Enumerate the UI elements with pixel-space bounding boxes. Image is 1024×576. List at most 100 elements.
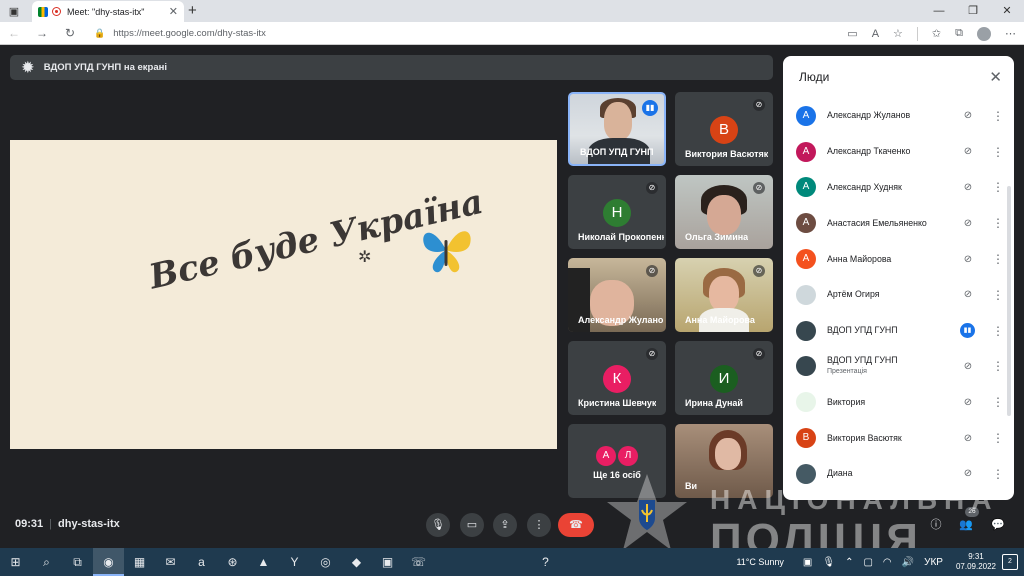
people-list-item[interactable]: Артём Огиря ⊘ ⋮ bbox=[783, 277, 1014, 313]
people-list-item[interactable]: А Александр Ткаченко ⊘ ⋮ bbox=[783, 134, 1014, 170]
camera-in-use-icon[interactable]: ▭ bbox=[847, 27, 857, 40]
more-vert-icon[interactable]: ⋮ bbox=[992, 395, 1004, 409]
camera-icon[interactable]: ▭ bbox=[460, 513, 484, 537]
people-list-item[interactable]: В Виктория Васютяк ⊘ ⋮ bbox=[783, 420, 1014, 456]
window-controls: — ❐ ✕ bbox=[922, 0, 1024, 22]
end-call-button[interactable]: ☎ bbox=[558, 513, 594, 537]
more-vert-icon[interactable]: ⋮ bbox=[992, 467, 1004, 481]
microphone-icon[interactable]: 🎙 bbox=[426, 513, 450, 537]
amazon-icon[interactable]: a bbox=[186, 548, 217, 576]
people-list-item[interactable]: А Александр Жуланов ⊘ ⋮ bbox=[783, 98, 1014, 134]
people-list-item[interactable]: Виктория ⊘ ⋮ bbox=[783, 384, 1014, 420]
participant-tile[interactable]: ⊘ К Кристина Шевчук bbox=[568, 341, 666, 415]
back-icon[interactable]: ← bbox=[0, 26, 28, 40]
more-vert-icon[interactable]: ⋮ bbox=[992, 145, 1004, 159]
url-text: https://meet.google.com/dhy-stas-itx bbox=[113, 27, 266, 39]
mic-off-icon[interactable]: ⊘ bbox=[958, 468, 978, 479]
language-indicator[interactable]: УКР bbox=[924, 557, 943, 568]
participant-tile[interactable]: ⊘ Н Николай Прокопенко bbox=[568, 175, 666, 249]
scrollbar[interactable] bbox=[1007, 186, 1011, 416]
url-field[interactable]: 🔒 https://meet.google.com/dhy-stas-itx bbox=[94, 28, 266, 39]
tray-overflow-icon[interactable]: ⌃ bbox=[845, 557, 853, 568]
favorite-add-icon[interactable]: ☆ bbox=[893, 27, 903, 40]
viber-icon[interactable]: ☏ bbox=[403, 548, 434, 576]
presenter-banner-text: ВДОП УПД ГУНП на екрані bbox=[43, 62, 168, 73]
more-vert-icon[interactable]: ⋮ bbox=[992, 180, 1004, 194]
more-vert-icon[interactable]: ⋮ bbox=[992, 252, 1004, 266]
close-window-icon[interactable]: ✕ bbox=[990, 0, 1024, 22]
minimize-icon[interactable]: — bbox=[922, 0, 956, 22]
yandex-icon[interactable]: Y bbox=[279, 548, 310, 576]
speaking-indicator-icon[interactable]: ▮▮ bbox=[960, 323, 975, 339]
forward-icon[interactable]: → bbox=[28, 26, 56, 40]
mic-off-icon: ⊘ bbox=[753, 182, 765, 194]
browser-tab-meet[interactable]: Meet: "dhy-stas-itx" ✕ bbox=[32, 1, 184, 22]
people-list-item[interactable]: ВДОП УПД ГУНП ▮▮ ⋮ bbox=[783, 313, 1014, 349]
browser-toolbar: ▭ A ☆ ✩ ⧉ ⋯ bbox=[847, 22, 1016, 45]
more-vert-icon[interactable]: ⋮ bbox=[992, 359, 1004, 373]
taskbar-clock[interactable]: 9:31 07.09.2022 bbox=[956, 552, 996, 572]
favorites-icon[interactable]: ✩ bbox=[932, 27, 941, 40]
restore-icon[interactable]: ❐ bbox=[956, 0, 990, 22]
people-list-item[interactable]: А Анастасия Емельяненко ⊘ ⋮ bbox=[783, 205, 1014, 241]
mic-off-icon: ⊘ bbox=[646, 348, 658, 360]
app-icon[interactable]: ⊛ bbox=[217, 548, 248, 576]
mic-off-icon[interactable]: ⊘ bbox=[958, 289, 978, 300]
presentation-audio-off-icon[interactable]: ⊘ bbox=[958, 361, 978, 372]
more-menu-icon[interactable]: ⋯ bbox=[1005, 27, 1016, 40]
tray-mic-icon[interactable]: 🎙 bbox=[822, 557, 835, 568]
present-screen-icon[interactable]: ⇪ bbox=[493, 513, 517, 537]
tray-app-icon[interactable]: ▣ bbox=[803, 557, 812, 568]
new-tab-button[interactable]: + bbox=[188, 2, 197, 19]
mail-icon[interactable]: ✉ bbox=[155, 548, 186, 576]
collections-icon[interactable]: ⧉ bbox=[955, 27, 963, 40]
notification-icon[interactable]: 2 bbox=[1002, 554, 1018, 570]
mic-off-icon[interactable]: ⊘ bbox=[958, 218, 978, 229]
more-vert-icon[interactable]: ⋮ bbox=[992, 431, 1004, 445]
tab-close-icon[interactable]: ✕ bbox=[169, 5, 178, 18]
participant-tile[interactable]: ⊘ Анна Майорова bbox=[675, 258, 773, 332]
app-icon[interactable]: ▣ bbox=[372, 548, 403, 576]
avatar: А bbox=[796, 177, 816, 198]
reload-icon[interactable]: ↻ bbox=[56, 26, 84, 40]
more-vert-icon[interactable]: ⋮ bbox=[992, 216, 1004, 230]
mic-off-icon[interactable]: ⊘ bbox=[958, 182, 978, 193]
volume-icon[interactable]: 🔊 bbox=[902, 557, 914, 568]
people-list-item[interactable]: А Александр Худняк ⊘ ⋮ bbox=[783, 170, 1014, 206]
weather-widget[interactable]: 11°C Sunny bbox=[736, 557, 783, 567]
chrome-icon[interactable]: ◎ bbox=[310, 548, 341, 576]
wifi-icon[interactable]: ◠ bbox=[883, 557, 892, 568]
mic-off-icon[interactable]: ⊘ bbox=[958, 110, 978, 121]
search-icon[interactable]: ⌕ bbox=[31, 548, 62, 576]
read-aloud-icon[interactable]: A bbox=[872, 28, 879, 40]
mic-off-icon[interactable]: ⊘ bbox=[958, 433, 978, 444]
norton-icon[interactable]: ▲ bbox=[248, 548, 279, 576]
profile-avatar[interactable] bbox=[977, 26, 991, 41]
participant-tile[interactable]: ▮▮ ВДОП УПД ГУНП bbox=[568, 92, 666, 166]
tray-app-icon[interactable]: ▢ bbox=[863, 557, 872, 568]
mic-off-icon[interactable]: ⊘ bbox=[958, 254, 978, 265]
edge-icon[interactable]: ◉ bbox=[93, 548, 124, 576]
people-list-item[interactable]: ВДОП УПД ГУНП Презентація ⊘ ⋮ bbox=[783, 349, 1014, 385]
tab-actions-icon[interactable]: ▣ bbox=[0, 0, 28, 22]
more-vert-icon[interactable]: ⋮ bbox=[992, 109, 1004, 123]
mic-off-icon[interactable]: ⊘ bbox=[958, 397, 978, 408]
start-icon[interactable]: ⊞ bbox=[0, 548, 31, 576]
help-icon[interactable]: ? bbox=[530, 548, 561, 576]
task-view-icon[interactable]: ⧉ bbox=[62, 548, 93, 576]
participant-tile[interactable]: ⊘ Ольга Зимина bbox=[675, 175, 773, 249]
lock-icon: 🔒 bbox=[94, 27, 106, 38]
more-options-icon[interactable]: ⋮ bbox=[527, 513, 551, 537]
people-list-item[interactable]: А Анна Майорова ⊘ ⋮ bbox=[783, 241, 1014, 277]
participant-tile[interactable]: ⊘ Александр Жуланов bbox=[568, 258, 666, 332]
shared-screen: Все буде Україна ✲ bbox=[10, 140, 557, 449]
mic-off-icon[interactable]: ⊘ bbox=[958, 146, 978, 157]
more-vert-icon[interactable]: ⋮ bbox=[992, 288, 1004, 302]
participant-tile[interactable]: ⊘ И Ирина Дунай bbox=[675, 341, 773, 415]
participant-tile[interactable]: ⊘ В Виктория Васютяк bbox=[675, 92, 773, 166]
more-vert-icon[interactable]: ⋮ bbox=[992, 324, 1004, 338]
mic-off-icon: ⊘ bbox=[753, 99, 765, 111]
store-icon[interactable]: ▦ bbox=[124, 548, 155, 576]
close-icon[interactable]: ✕ bbox=[989, 68, 1002, 86]
dropbox-icon[interactable]: ◆ bbox=[341, 548, 372, 576]
